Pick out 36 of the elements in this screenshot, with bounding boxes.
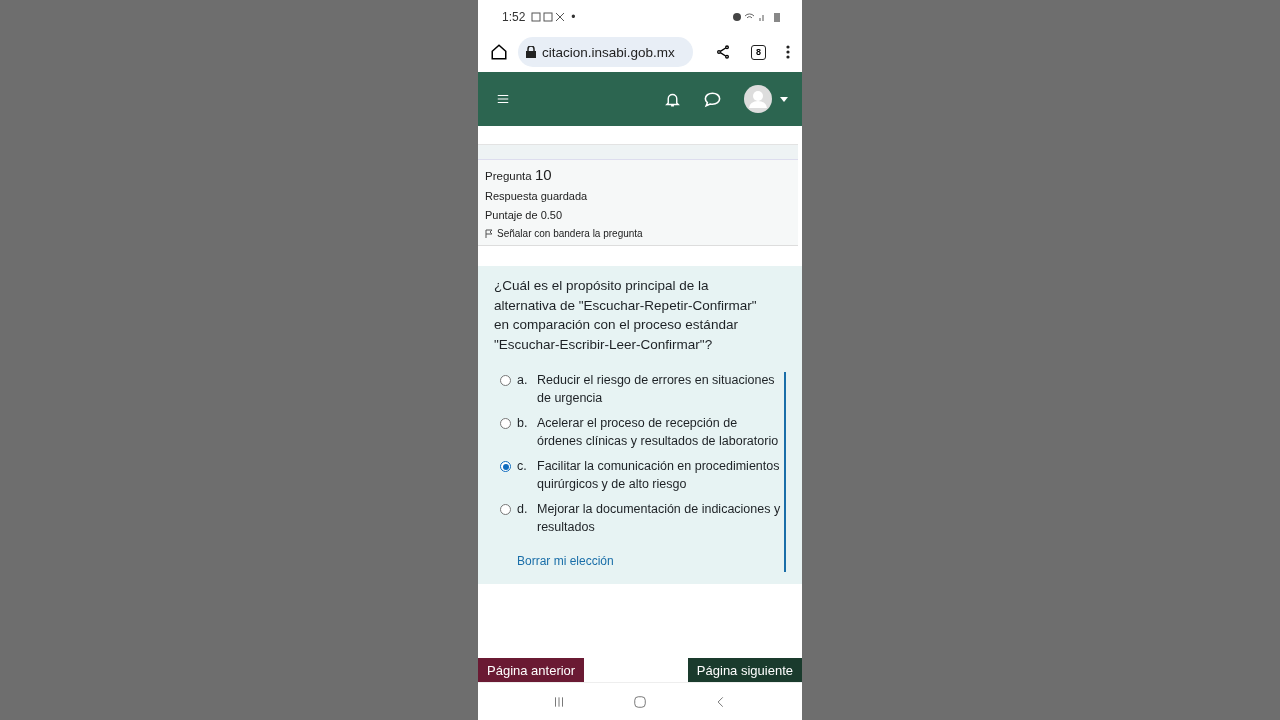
next-page-button[interactable]: Página siguiente bbox=[687, 658, 802, 682]
previous-page-button[interactable]: Página anterior bbox=[478, 658, 585, 682]
tab-count-button[interactable]: 8 bbox=[751, 44, 766, 60]
chat-bubble-icon[interactable] bbox=[703, 89, 722, 109]
radio-button[interactable] bbox=[500, 504, 511, 515]
flag-question-link[interactable]: Señalar con bandera la pregunta bbox=[497, 228, 643, 239]
option-text[interactable]: Acelerar el proceso de recepción de órdenes clínicas y resultados de laboratorio bbox=[537, 415, 784, 450]
avatar-icon[interactable] bbox=[744, 85, 772, 113]
clear-choice-link[interactable]: Borrar mi elección bbox=[517, 554, 784, 568]
answer-state: Respuesta guardada bbox=[485, 190, 589, 202]
status-icons bbox=[732, 12, 782, 22]
lock-icon bbox=[526, 46, 536, 58]
option-text[interactable]: Reducir el riesgo de errores en situaciones de urgencia bbox=[537, 372, 784, 407]
home-icon[interactable] bbox=[490, 43, 508, 61]
share-icon[interactable] bbox=[715, 44, 731, 60]
home-button-icon[interactable] bbox=[633, 694, 647, 709]
option-letter: c. bbox=[517, 458, 528, 475]
caret-icon[interactable] bbox=[780, 96, 788, 102]
notification-icons bbox=[531, 12, 566, 22]
question-number: Pregunta 10 bbox=[485, 166, 553, 183]
radio-button[interactable] bbox=[500, 418, 511, 429]
question-grade: Puntaje de 0.50 bbox=[485, 209, 564, 221]
more-icon[interactable] bbox=[786, 45, 790, 59]
radio-button[interactable] bbox=[500, 375, 511, 386]
status-time: 1:52 bbox=[502, 10, 526, 24]
question-text: ¿Cuál es el propósito principal de la alternativa de "Escuchar-Repetir-Confirmar" en comparación con el proceso estándar "Escuchar-Escribir-Leer-Confirmar"? bbox=[494, 277, 758, 354]
option-letter: d. bbox=[517, 501, 529, 518]
address-bar[interactable]: citacion.insabi.gob.mx bbox=[518, 37, 693, 67]
option-text[interactable]: Mejorar la documentación de indicaciones y resultados bbox=[537, 501, 784, 536]
flag-icon[interactable] bbox=[485, 229, 493, 238]
menu-icon[interactable] bbox=[496, 92, 510, 106]
radio-button[interactable] bbox=[500, 461, 511, 472]
option-letter: b. bbox=[517, 415, 529, 432]
option-text[interactable]: Facilitar la comunicación en procedimientos quirúrgicos y de alto riesgo bbox=[537, 458, 784, 493]
option-letter: a. bbox=[517, 372, 529, 389]
status-dot: • bbox=[571, 10, 576, 24]
